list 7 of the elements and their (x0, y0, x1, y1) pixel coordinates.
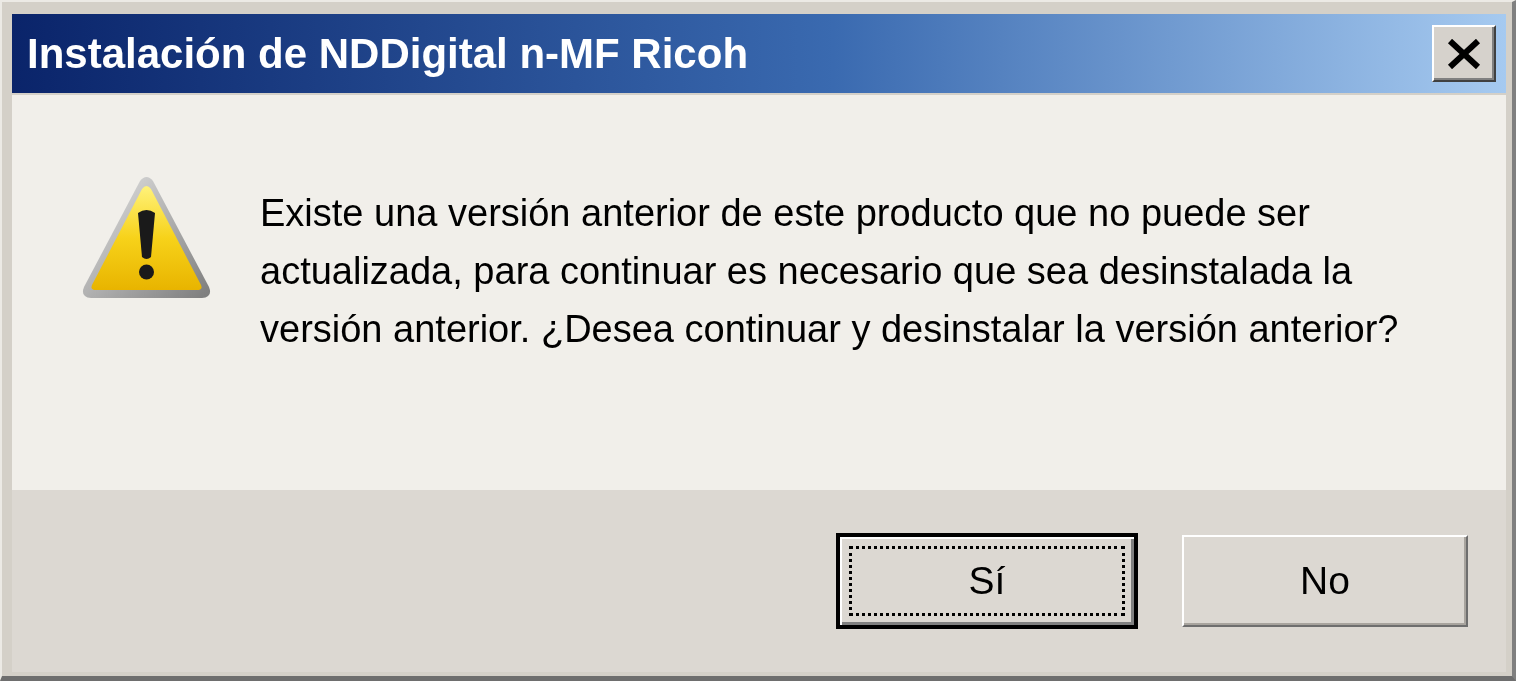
dialog-button[interactable]: No (1182, 535, 1468, 627)
message-text: Existe una versión anterior de este producto que no puede ser actualizada, para continuar es necesario que sea desinstalada la versión anterior. ¿Desea continuar y desinstalar la versión anterior? (260, 191, 1400, 352)
window-title: Instalación de NDDigital n-MF Ricoh (27, 29, 750, 78)
warning-icon (80, 175, 213, 301)
close-button[interactable] (1432, 25, 1496, 82)
dialog-button[interactable]: Sí (836, 533, 1138, 629)
close-icon (1447, 38, 1481, 69)
